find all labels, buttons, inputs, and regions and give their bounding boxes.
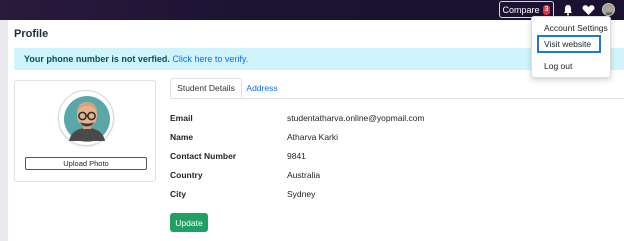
compare-label: Compare [502, 4, 540, 15]
page-title: Profile [14, 28, 49, 40]
contact-number-value: 9841 [287, 151, 306, 161]
upload-photo-button[interactable]: Upload Photo [25, 157, 147, 170]
visit-website-highlight [537, 35, 601, 53]
tab-student-details[interactable]: Student Details [170, 78, 242, 98]
country-label: Country [170, 170, 203, 180]
country-value: Australia [287, 170, 321, 180]
profile-photo-card: Upload Photo [14, 80, 156, 182]
city-label: City [170, 189, 187, 199]
email-label: Email [170, 113, 193, 123]
heart-icon[interactable] [582, 4, 595, 16]
update-button[interactable]: Update [170, 213, 208, 232]
name-value: Atharva Karki [287, 132, 339, 142]
menu-item-log-out[interactable]: Log out [544, 61, 572, 71]
menu-item-account-settings[interactable]: Account Settings [544, 23, 608, 33]
compare-count-badge: 3 [542, 4, 551, 15]
name-label: Name [170, 132, 194, 142]
alert-message: Your phone number is not verfied. [24, 54, 170, 64]
tab-address[interactable]: Address [242, 78, 282, 98]
contact-number-label: Contact Number [170, 151, 237, 161]
user-avatar-small[interactable] [602, 3, 615, 16]
left-sidebar-strip [0, 20, 8, 241]
tabs-divider [170, 98, 624, 99]
bell-icon[interactable] [562, 4, 574, 16]
profile-photo [58, 90, 114, 146]
city-value: Sydney [287, 189, 316, 199]
verify-link[interactable]: Click here to verify. [172, 54, 248, 64]
email-value: studentatharva.online@yopmail.com [287, 113, 425, 123]
